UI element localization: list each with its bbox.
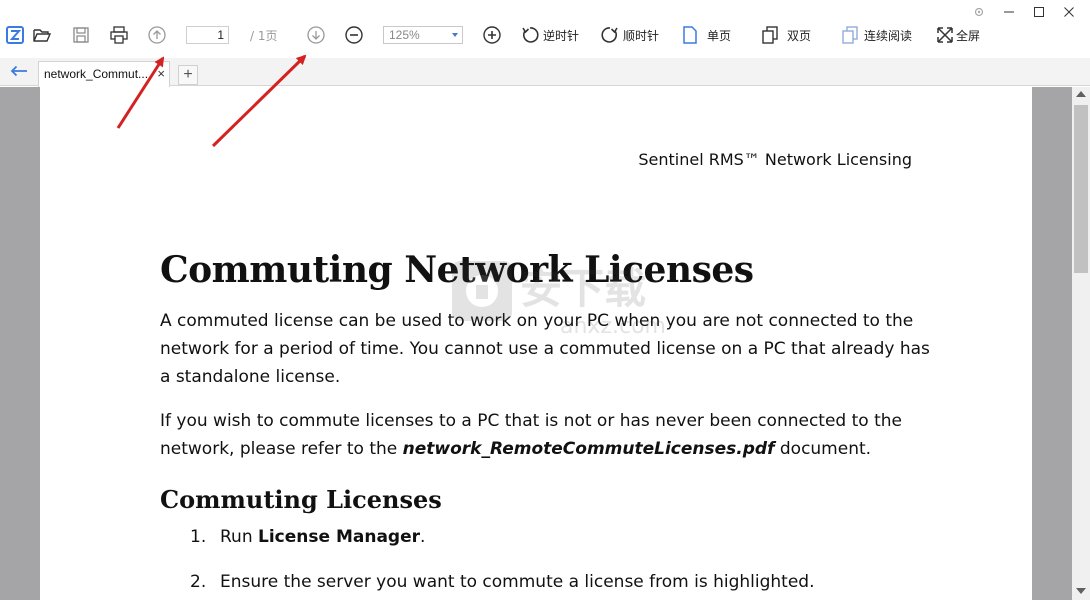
print-button[interactable] bbox=[108, 22, 130, 48]
step-text-pre: Run bbox=[220, 527, 259, 547]
document-page: Sentinel RMS™ Network Licensing Commutin… bbox=[40, 87, 1032, 600]
zoom-in-button[interactable] bbox=[481, 22, 503, 48]
single-page-button[interactable]: 单页 bbox=[679, 22, 731, 48]
single-page-label: 单页 bbox=[707, 28, 732, 43]
save-icon bbox=[70, 24, 92, 46]
double-page-label: 双页 bbox=[787, 28, 812, 43]
document-tab[interactable]: network_Commut... × bbox=[38, 61, 170, 87]
close-icon bbox=[1064, 7, 1074, 17]
open-button[interactable] bbox=[31, 22, 53, 48]
paragraph-2: If you wish to commute licenses to a PC … bbox=[160, 407, 930, 463]
fullscreen-label: 全屏 bbox=[956, 28, 981, 43]
scrollbar-thumb[interactable] bbox=[1074, 105, 1088, 273]
minus-circle-icon bbox=[343, 24, 365, 46]
continuous-read-button[interactable]: 连续阅读 bbox=[839, 22, 912, 48]
rotate-cw-icon bbox=[599, 24, 621, 46]
minimize-button[interactable] bbox=[994, 2, 1024, 22]
list-item: 2. Ensure the server you want to commute … bbox=[190, 572, 815, 592]
fullscreen-icon bbox=[934, 24, 956, 46]
settings-button[interactable] bbox=[964, 2, 994, 22]
tab-label: network_Commut... bbox=[44, 67, 149, 81]
vertical-scrollbar[interactable] bbox=[1072, 87, 1090, 600]
zoom-select[interactable]: 125% bbox=[383, 26, 463, 44]
rotate-cw-label: 顺时针 bbox=[623, 28, 660, 43]
rotate-ccw-icon bbox=[519, 24, 541, 46]
double-page-icon bbox=[759, 24, 781, 46]
zoom-value: 125% bbox=[389, 28, 420, 42]
watermark-logo-icon: 安下载 anxz.com bbox=[452, 261, 666, 339]
continuous-read-label: 连续阅读 bbox=[864, 28, 913, 43]
double-page-button[interactable]: 双页 bbox=[759, 22, 811, 48]
scroll-up-icon[interactable] bbox=[1076, 91, 1086, 97]
watermark-subtext: anxz.com bbox=[560, 314, 666, 339]
step-text-bold: License Manager bbox=[258, 527, 420, 547]
app-logo bbox=[4, 22, 26, 48]
next-page-button[interactable] bbox=[305, 22, 327, 48]
scroll-down-icon[interactable] bbox=[1076, 588, 1086, 594]
fullscreen-button[interactable]: 全屏 bbox=[934, 22, 980, 48]
rotate-cw-button[interactable]: 顺时针 bbox=[599, 22, 659, 48]
folder-open-icon bbox=[31, 24, 53, 46]
list-item: 1. Run License Manager. bbox=[190, 527, 425, 547]
tab-close-icon[interactable]: × bbox=[157, 62, 165, 86]
paragraph-2-post: document. bbox=[774, 439, 872, 459]
window-controls bbox=[964, 2, 1084, 22]
chevron-down-icon bbox=[452, 33, 458, 37]
prev-page-button[interactable] bbox=[146, 22, 168, 48]
rotate-ccw-label: 逆时针 bbox=[543, 28, 580, 43]
arrow-up-circle-icon bbox=[146, 24, 168, 46]
arrow-left-icon bbox=[10, 65, 27, 77]
save-button[interactable] bbox=[70, 22, 92, 48]
paragraph-2-link: network_RemoteCommuteLicenses.pdf bbox=[402, 439, 775, 459]
toolbar: 1 / 1页 125% 逆时针 顺时针 单页 双页 连续阅读 全屏 bbox=[0, 0, 1090, 58]
print-icon bbox=[108, 24, 130, 46]
continuous-page-icon bbox=[839, 24, 861, 46]
maximize-icon bbox=[1034, 7, 1044, 17]
watermark-text: 安下载 bbox=[520, 264, 646, 313]
watermark: 安下载 anxz.com bbox=[450, 255, 680, 350]
gear-icon bbox=[974, 7, 984, 17]
maximize-button[interactable] bbox=[1024, 2, 1054, 22]
new-tab-button[interactable]: + bbox=[178, 65, 198, 85]
app-logo-icon bbox=[4, 24, 26, 46]
document-viewer[interactable]: Sentinel RMS™ Network Licensing Commutin… bbox=[0, 87, 1090, 600]
zoom-out-button[interactable] bbox=[343, 22, 365, 48]
minimize-icon bbox=[1004, 11, 1014, 13]
section-heading: Commuting Licenses bbox=[160, 485, 442, 514]
arrow-down-circle-icon bbox=[305, 24, 327, 46]
step-text-post: . bbox=[420, 527, 426, 547]
page-total-label: / 1页 bbox=[250, 29, 278, 43]
tab-bar: network_Commut... × + bbox=[0, 58, 1090, 87]
single-page-icon bbox=[679, 24, 701, 46]
step-text-pre: Ensure the server you want to commute a … bbox=[220, 572, 815, 592]
plus-circle-icon bbox=[481, 24, 503, 46]
document-running-header: Sentinel RMS™ Network Licensing bbox=[638, 150, 912, 169]
rotate-ccw-button[interactable]: 逆时针 bbox=[519, 22, 579, 48]
close-window-button[interactable] bbox=[1054, 2, 1084, 22]
list-number: 2. bbox=[190, 572, 207, 592]
back-button[interactable] bbox=[8, 62, 30, 80]
page-number-input[interactable]: 1 bbox=[186, 26, 229, 44]
list-number: 1. bbox=[190, 527, 207, 547]
